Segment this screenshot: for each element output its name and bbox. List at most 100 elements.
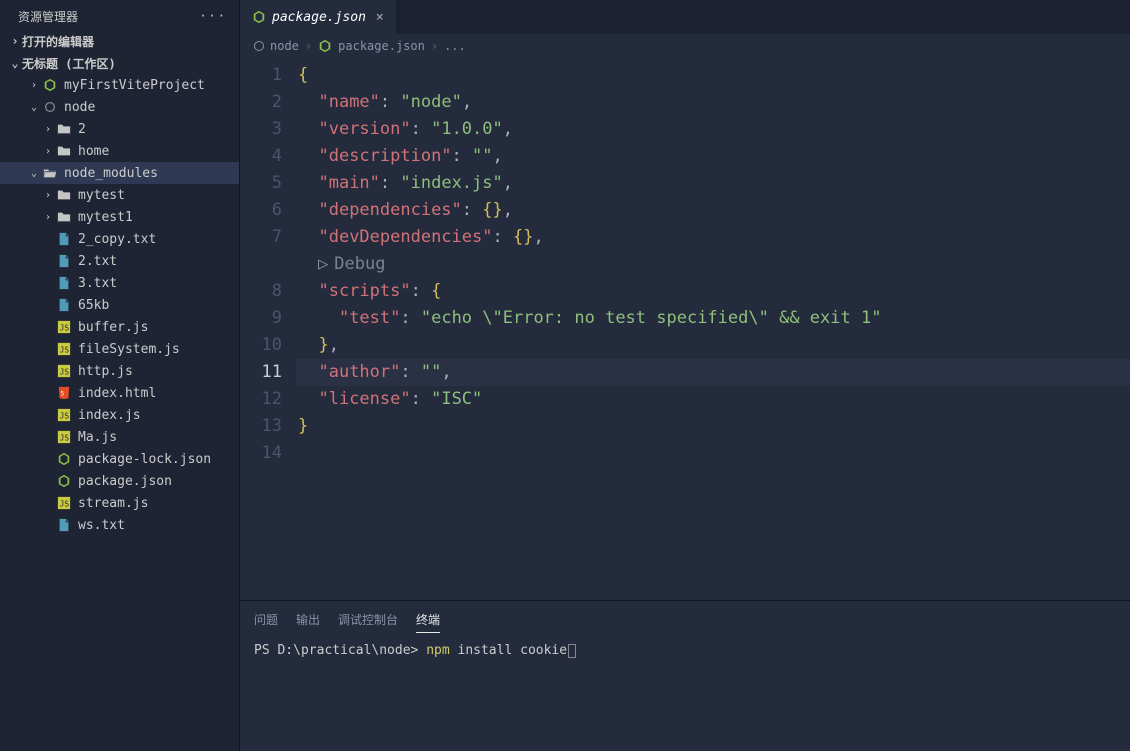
breadcrumb-item[interactable]: node xyxy=(270,39,299,53)
code-content[interactable]: { "name": "node", "version": "1.0.0", "d… xyxy=(296,58,1130,600)
chevron-right-icon: › xyxy=(305,39,312,53)
close-icon[interactable]: × xyxy=(376,10,384,25)
svg-text:JS: JS xyxy=(60,368,70,377)
tree-item-label: mytest1 xyxy=(78,210,133,225)
code-line[interactable]: "version": "1.0.0", xyxy=(296,116,1130,143)
tree-item[interactable]: package.json xyxy=(0,470,239,492)
json-file-icon xyxy=(318,39,332,53)
chevron-icon: › xyxy=(42,212,54,223)
editor-area: package.json × node › package.json › ...… xyxy=(240,0,1130,751)
file-icon xyxy=(56,517,72,533)
tree-item-label: Ma.js xyxy=(78,430,117,445)
chevron-icon: ⌄ xyxy=(28,168,40,179)
chevron-icon: ⌄ xyxy=(28,102,40,113)
open-editors-section[interactable]: › 打开的编辑器 xyxy=(0,30,239,52)
code-line[interactable]: "scripts": { xyxy=(296,278,1130,305)
tree-item[interactable]: JSstream.js xyxy=(0,492,239,514)
tab-label: package.json xyxy=(272,10,366,25)
code-line[interactable]: { xyxy=(296,62,1130,89)
terminal[interactable]: PS D:\practical\node> npm install cookie xyxy=(240,633,1130,751)
breadcrumb-item[interactable]: ... xyxy=(444,39,466,53)
tree-item[interactable]: package-lock.json xyxy=(0,448,239,470)
js-icon: JS xyxy=(56,341,72,357)
hex-icon xyxy=(42,77,58,93)
js-icon: JS xyxy=(56,407,72,423)
tree-item[interactable]: ›mytest xyxy=(0,184,239,206)
tree-item-label: 2_copy.txt xyxy=(78,232,156,247)
tree-item[interactable]: 5index.html xyxy=(0,382,239,404)
tree-item-label: node xyxy=(64,100,95,115)
tree-item[interactable]: ›home xyxy=(0,140,239,162)
code-line[interactable]: "name": "node", xyxy=(296,89,1130,116)
explorer-sidebar: 资源管理器 ··· › 打开的编辑器 ⌄ 无标题 (工作区) ›myFirstV… xyxy=(0,0,240,751)
file-tree[interactable]: ›myFirstViteProject⌄node›2›home⌄node_mod… xyxy=(0,74,239,751)
tree-item[interactable]: ⌄node_modules xyxy=(0,162,239,184)
hex-icon xyxy=(56,473,72,489)
tree-item-label: mytest xyxy=(78,188,125,203)
terminal-command: npm xyxy=(426,643,449,658)
folder-icon xyxy=(56,143,72,159)
tree-item-label: index.js xyxy=(78,408,141,423)
code-line[interactable]: "main": "index.js", xyxy=(296,170,1130,197)
debug-codelens[interactable]: Debug xyxy=(334,251,385,278)
code-line[interactable]: "devDependencies": {}, xyxy=(296,224,1130,251)
tab-bar: package.json × xyxy=(240,0,1130,34)
tree-item[interactable]: ›2 xyxy=(0,118,239,140)
tree-item[interactable]: JSfileSystem.js xyxy=(0,338,239,360)
tree-item[interactable]: 65kb xyxy=(0,294,239,316)
debug-run-icon[interactable]: ▷ xyxy=(318,251,328,278)
breadcrumb[interactable]: node › package.json › ... xyxy=(240,34,1130,58)
tree-item[interactable]: 2.txt xyxy=(0,250,239,272)
tree-item-label: 65kb xyxy=(78,298,109,313)
code-line[interactable]: "dependencies": {}, xyxy=(296,197,1130,224)
tree-item[interactable]: ⌄ node xyxy=(0,96,239,118)
code-line[interactable]: "test": "echo \"Error: no test specified… xyxy=(296,305,1130,332)
svg-text:JS: JS xyxy=(60,346,70,355)
code-line[interactable]: }, xyxy=(296,332,1130,359)
tree-item-label: ws.txt xyxy=(78,518,125,533)
json-file-icon xyxy=(252,10,266,24)
tree-item[interactable]: JSMa.js xyxy=(0,426,239,448)
folder-icon xyxy=(56,187,72,203)
tree-item-label: 2 xyxy=(78,122,86,137)
code-line[interactable]: "description": "", xyxy=(296,143,1130,170)
svg-text:JS: JS xyxy=(60,412,70,421)
terminal-args: install cookie xyxy=(450,643,567,658)
explorer-title: 资源管理器 xyxy=(18,8,78,25)
panel-tab[interactable]: 问题 xyxy=(254,607,278,633)
tree-item[interactable]: JSbuffer.js xyxy=(0,316,239,338)
html-icon: 5 xyxy=(56,385,72,401)
tab-package-json[interactable]: package.json × xyxy=(240,0,396,34)
folder-icon xyxy=(56,121,72,137)
code-line[interactable] xyxy=(296,440,1130,467)
tree-item[interactable]: ›myFirstViteProject xyxy=(0,74,239,96)
code-line[interactable]: ▷Debug xyxy=(296,251,1130,278)
tree-item[interactable]: › mytest1 xyxy=(0,206,239,228)
circle-icon xyxy=(42,99,58,115)
tree-item-label: package-lock.json xyxy=(78,452,211,467)
terminal-prompt: PS D:\practical\node> xyxy=(254,643,426,658)
tree-item-label: 3.txt xyxy=(78,276,117,291)
workspace-section[interactable]: ⌄ 无标题 (工作区) xyxy=(0,52,239,74)
tree-item[interactable]: 2_copy.txt xyxy=(0,228,239,250)
terminal-cursor xyxy=(568,644,576,658)
panel-tab[interactable]: 调试控制台 xyxy=(338,607,398,633)
tree-item-label: stream.js xyxy=(78,496,148,511)
code-line[interactable]: "license": "ISC" xyxy=(296,386,1130,413)
tree-item[interactable]: ws.txt xyxy=(0,514,239,536)
panel-tab[interactable]: 终端 xyxy=(416,607,440,633)
tree-item[interactable]: 3.txt xyxy=(0,272,239,294)
breadcrumb-node-icon xyxy=(254,41,264,51)
breadcrumb-item[interactable]: package.json xyxy=(338,39,425,53)
panel-tab[interactable]: 输出 xyxy=(296,607,320,633)
explorer-more-icon[interactable]: ··· xyxy=(199,9,227,23)
tree-item[interactable]: JS index.js xyxy=(0,404,239,426)
code-line[interactable]: } xyxy=(296,413,1130,440)
chevron-icon: › xyxy=(42,146,54,157)
js-icon: JS xyxy=(56,319,72,335)
code-editor[interactable]: 1234567891011121314 { "name": "node", "v… xyxy=(240,58,1130,600)
panel-tabs: 问题输出调试控制台终端 xyxy=(240,601,1130,633)
tree-item[interactable]: JShttp.js xyxy=(0,360,239,382)
chevron-right-icon: › xyxy=(431,39,438,53)
explorer-header: 资源管理器 ··· xyxy=(0,0,239,30)
